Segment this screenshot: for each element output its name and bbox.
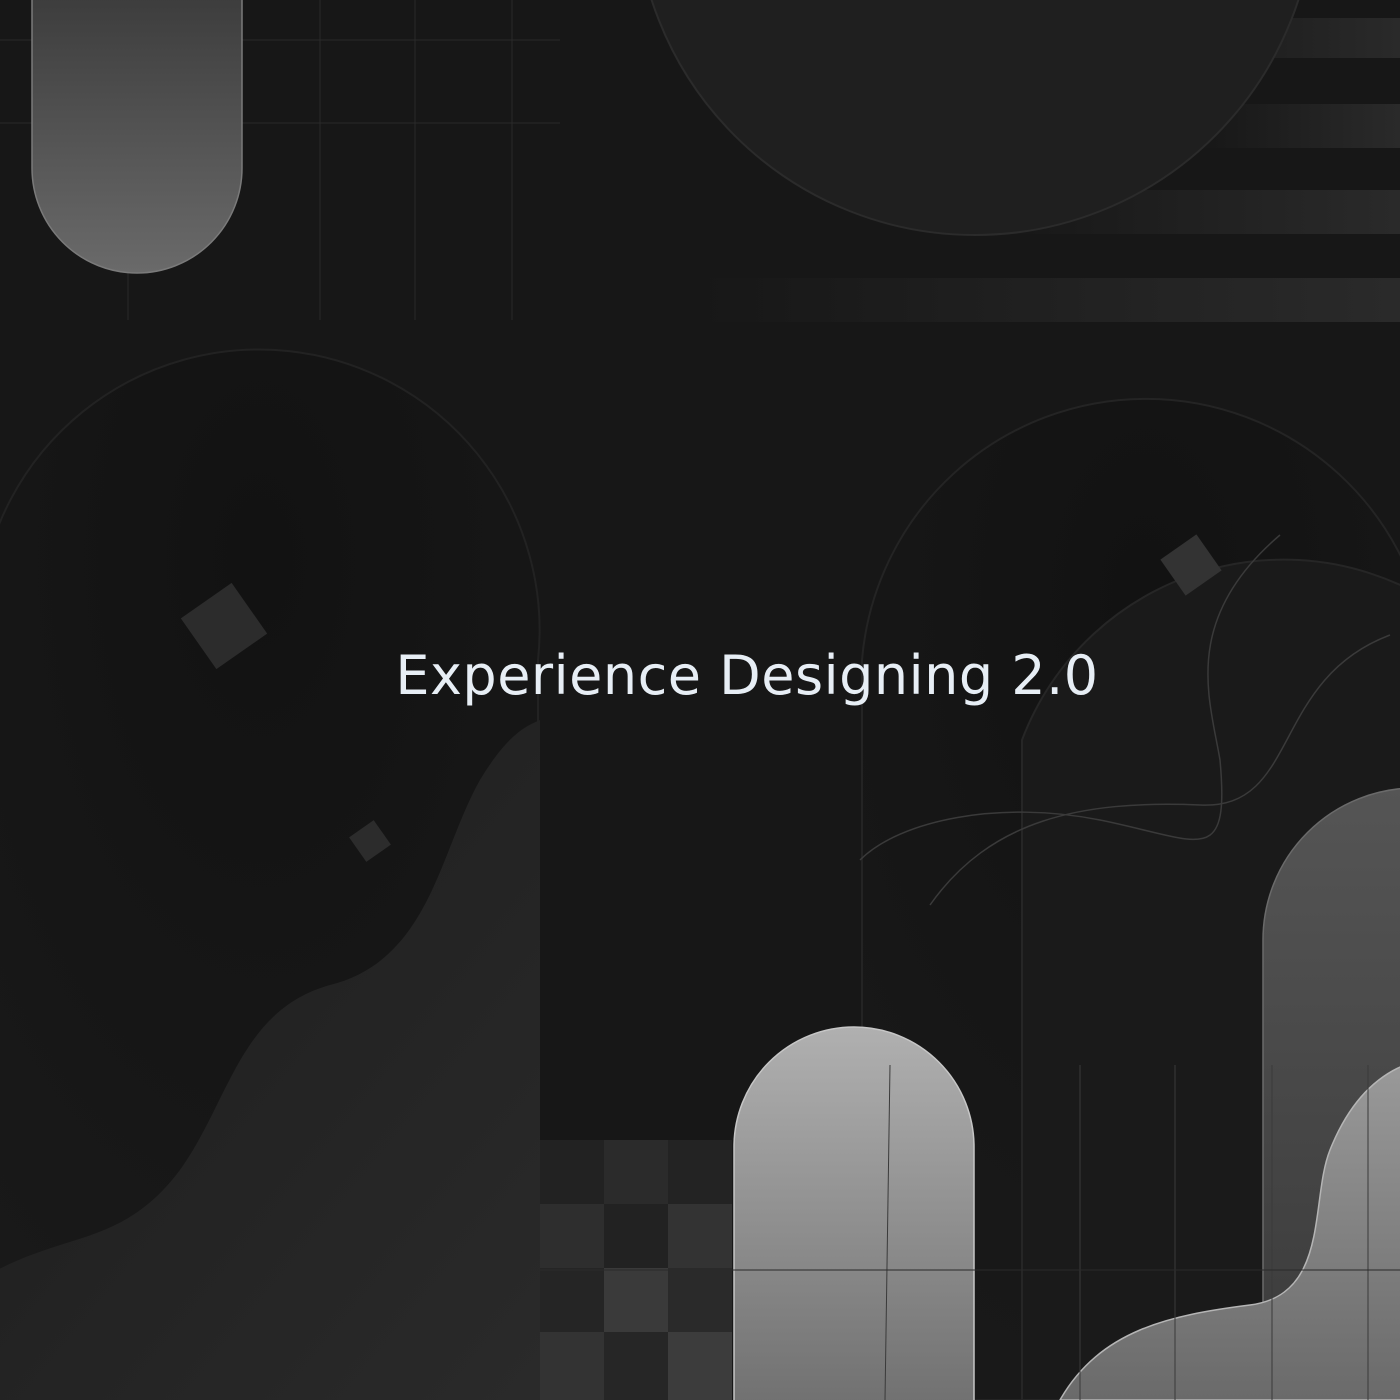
- top-left-pill: [31, 0, 243, 274]
- artwork-canvas: Experience Designing 2.0: [0, 0, 1400, 1400]
- headline: Experience Designing 2.0: [395, 644, 1099, 707]
- center-pill: [733, 1026, 975, 1400]
